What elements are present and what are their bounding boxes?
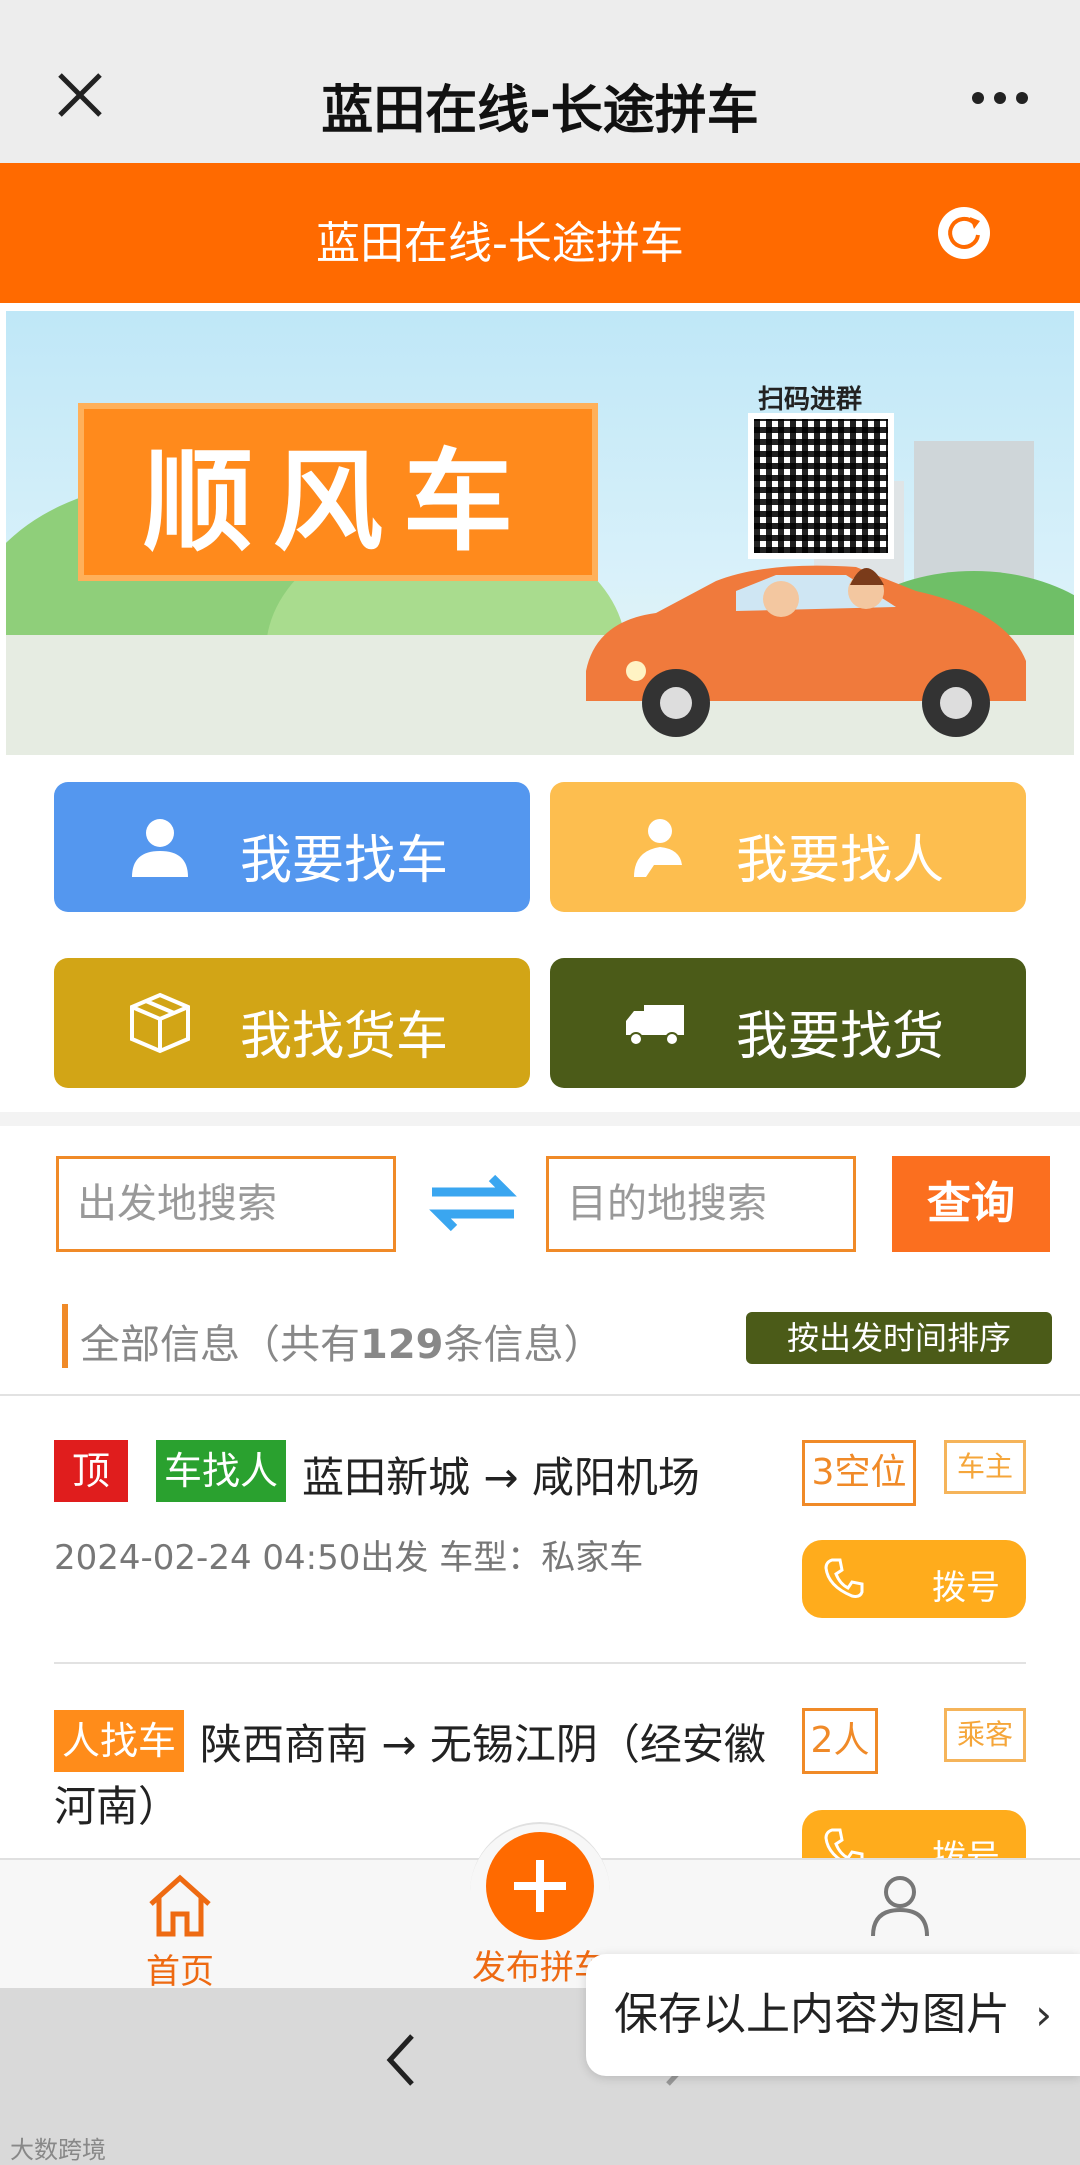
listing-type-tag: 车找人 xyxy=(156,1440,287,1502)
page-title: 蓝田在线-长途拼车 xyxy=(316,218,684,269)
banner-image[interactable]: 顺风车 扫码进群 xyxy=(6,311,1074,755)
listing-meta: 2024-02-24 04:50出发 车型：私家车 xyxy=(54,1538,644,1578)
listing-route[interactable]: 蓝田新城 → 咸阳机场 xyxy=(302,1444,700,1505)
find-car-button[interactable]: 我要找车 xyxy=(54,782,530,912)
car-illustration xyxy=(586,565,1026,737)
truck-icon xyxy=(626,1005,684,1046)
wechat-title-bar: 蓝田在线-长途拼车 xyxy=(0,0,1080,163)
tab-home[interactable]: 首页 xyxy=(120,1870,240,1993)
user-icon xyxy=(871,1876,929,1937)
person-icon xyxy=(132,819,188,877)
find-truck-label: 我找货车 xyxy=(240,1007,449,1067)
home-icon xyxy=(149,1874,211,1937)
save-as-image-label: 保存以上内容为图片 xyxy=(614,1989,1010,2040)
more-options-icon[interactable] xyxy=(970,90,1030,106)
save-as-image-popup[interactable]: 保存以上内容为图片 › xyxy=(586,1954,1080,2076)
back-arrow-icon[interactable] xyxy=(380,2030,420,2090)
divider xyxy=(54,1662,1026,1664)
page-header: 蓝田在线-长途拼车 xyxy=(0,163,1080,303)
dial-label: 拨号 xyxy=(932,1568,1000,1608)
find-passenger-button[interactable]: 我要找人 xyxy=(550,782,1026,912)
seats-badge: 3空位 xyxy=(802,1440,916,1506)
dial-button[interactable]: 拨号 xyxy=(802,1540,1026,1618)
chevron-right-icon: › xyxy=(1035,1990,1052,2039)
listing-count: 全部信息（共有129条信息） xyxy=(80,1322,604,1368)
query-button[interactable]: 查询 xyxy=(892,1156,1050,1252)
publish-button[interactable] xyxy=(486,1832,594,1940)
find-cargo-label: 我要找货 xyxy=(736,1007,945,1067)
window-title: 蓝田在线-长途拼车 xyxy=(321,81,759,141)
find-truck-button[interactable]: 我找货车 xyxy=(54,958,530,1088)
qr-code[interactable] xyxy=(748,413,894,559)
find-passenger-label: 我要找人 xyxy=(736,831,945,891)
pinned-tag: 顶 xyxy=(54,1440,128,1502)
section-divider xyxy=(0,1112,1080,1126)
swap-icon[interactable] xyxy=(426,1170,520,1236)
sort-by-departure-button[interactable]: 按出发时间排序 xyxy=(746,1312,1052,1364)
section-marker xyxy=(62,1304,68,1368)
departure-search-input[interactable]: 出发地搜索 xyxy=(56,1156,396,1252)
find-cargo-button[interactable]: 我要找货 xyxy=(550,958,1026,1088)
divider xyxy=(0,1394,1080,1396)
listing-type-tag: 人找车 xyxy=(54,1710,185,1772)
seats-badge: 2人 xyxy=(802,1708,878,1774)
find-car-label: 我要找车 xyxy=(240,831,449,891)
refresh-icon xyxy=(948,216,980,249)
watermark: 大数跨境 xyxy=(10,2136,106,2164)
box-icon xyxy=(130,992,190,1054)
role-badge: 乘客 xyxy=(944,1708,1026,1762)
driver-icon xyxy=(634,819,682,877)
phone-icon xyxy=(824,1558,864,1598)
refresh-button[interactable] xyxy=(938,207,990,259)
qr-label: 扫码进群 xyxy=(758,385,863,415)
destination-search-input[interactable]: 目的地搜索 xyxy=(546,1156,856,1252)
banner-sign: 顺风车 xyxy=(78,403,598,581)
tab-home-label: 首页 xyxy=(146,1952,214,1992)
plus-icon xyxy=(514,1860,566,1912)
role-badge: 车主 xyxy=(944,1440,1026,1494)
